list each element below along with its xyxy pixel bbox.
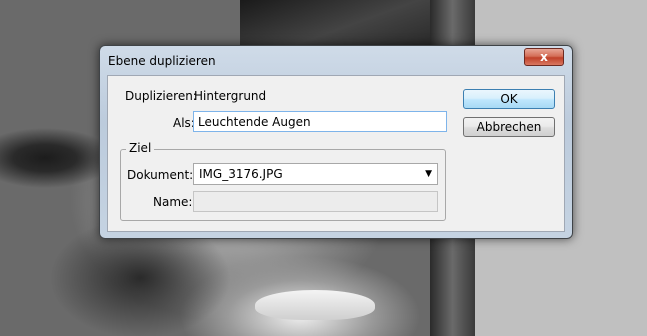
close-button[interactable]: x xyxy=(524,48,564,66)
target-group-label: Ziel xyxy=(126,141,155,155)
close-icon: x xyxy=(540,50,548,64)
cancel-button[interactable]: Abbrechen xyxy=(463,117,555,137)
duplicate-label: Duplizieren: xyxy=(125,89,197,103)
as-label: Als: xyxy=(173,116,195,130)
document-select-value: IMG_3176.JPG xyxy=(199,167,283,181)
as-input[interactable]: Leuchtende Augen xyxy=(193,111,447,132)
dialog-title: Ebene duplizieren xyxy=(108,54,216,68)
duplicate-layer-dialog: Ebene duplizieren x Duplizieren: Hinterg… xyxy=(99,45,573,239)
document-select[interactable]: IMG_3176.JPG ▼ xyxy=(193,163,438,185)
name-input xyxy=(193,191,438,212)
dialog-titlebar[interactable]: Ebene duplizieren x xyxy=(100,46,572,74)
name-label: Name: xyxy=(153,195,193,209)
photo-teeth xyxy=(255,290,375,320)
dialog-content: Duplizieren: Hintergrund Als: Leuchtende… xyxy=(107,75,565,232)
ok-button[interactable]: OK xyxy=(463,89,555,109)
chevron-down-icon[interactable]: ▼ xyxy=(425,169,432,179)
duplicate-value: Hintergrund xyxy=(194,89,267,103)
document-label: Dokument: xyxy=(127,168,194,182)
